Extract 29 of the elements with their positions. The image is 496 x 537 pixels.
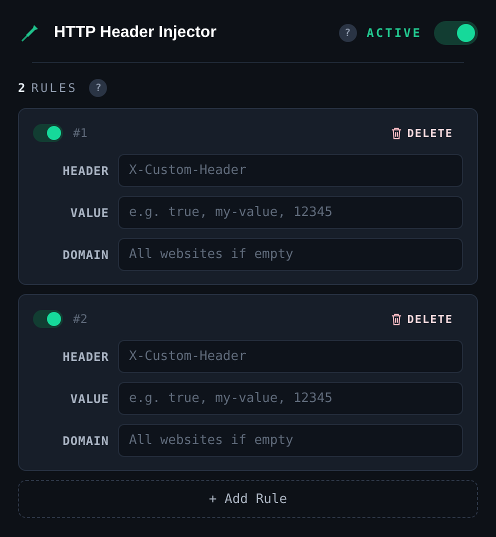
rule-number: #1 [73, 126, 88, 140]
input-field[interactable]: X-Custom-Header [118, 340, 463, 373]
master-toggle[interactable] [434, 21, 478, 45]
field-label: HEADER [62, 164, 109, 178]
rule-toggle[interactable] [33, 124, 63, 142]
status-label: ACTIVE [366, 26, 422, 40]
input-field[interactable]: X-Custom-Header [118, 154, 463, 187]
trash-icon [391, 312, 402, 326]
delete-button[interactable]: DELETE [391, 124, 463, 142]
rules-label: RULES [31, 81, 78, 95]
add-rule-button[interactable]: + Add Rule [18, 480, 478, 518]
trash-icon [391, 126, 402, 140]
input-field[interactable]: All websites if empty [118, 424, 463, 457]
app-title: HTTP Header Injector [54, 24, 216, 42]
help-button[interactable]: ? [338, 24, 357, 42]
input-field[interactable]: All websites if empty [118, 238, 463, 271]
rule-count: 2 [18, 81, 26, 95]
input-field[interactable]: e.g. true, my-value, 12345 [118, 196, 463, 229]
field-label: VALUE [69, 392, 109, 406]
help-button[interactable]: ? [89, 79, 108, 97]
field-label: VALUE [69, 206, 109, 220]
rule-toggle[interactable] [33, 310, 63, 328]
pipette-icon [20, 23, 40, 43]
field-label: HEADER [62, 350, 109, 364]
field-label: DOMAIN [62, 248, 109, 262]
rule-number: #2 [73, 312, 88, 326]
input-field[interactable]: e.g. true, my-value, 12345 [118, 382, 463, 415]
field-label: DOMAIN [62, 434, 109, 448]
delete-button[interactable]: DELETE [391, 310, 463, 328]
